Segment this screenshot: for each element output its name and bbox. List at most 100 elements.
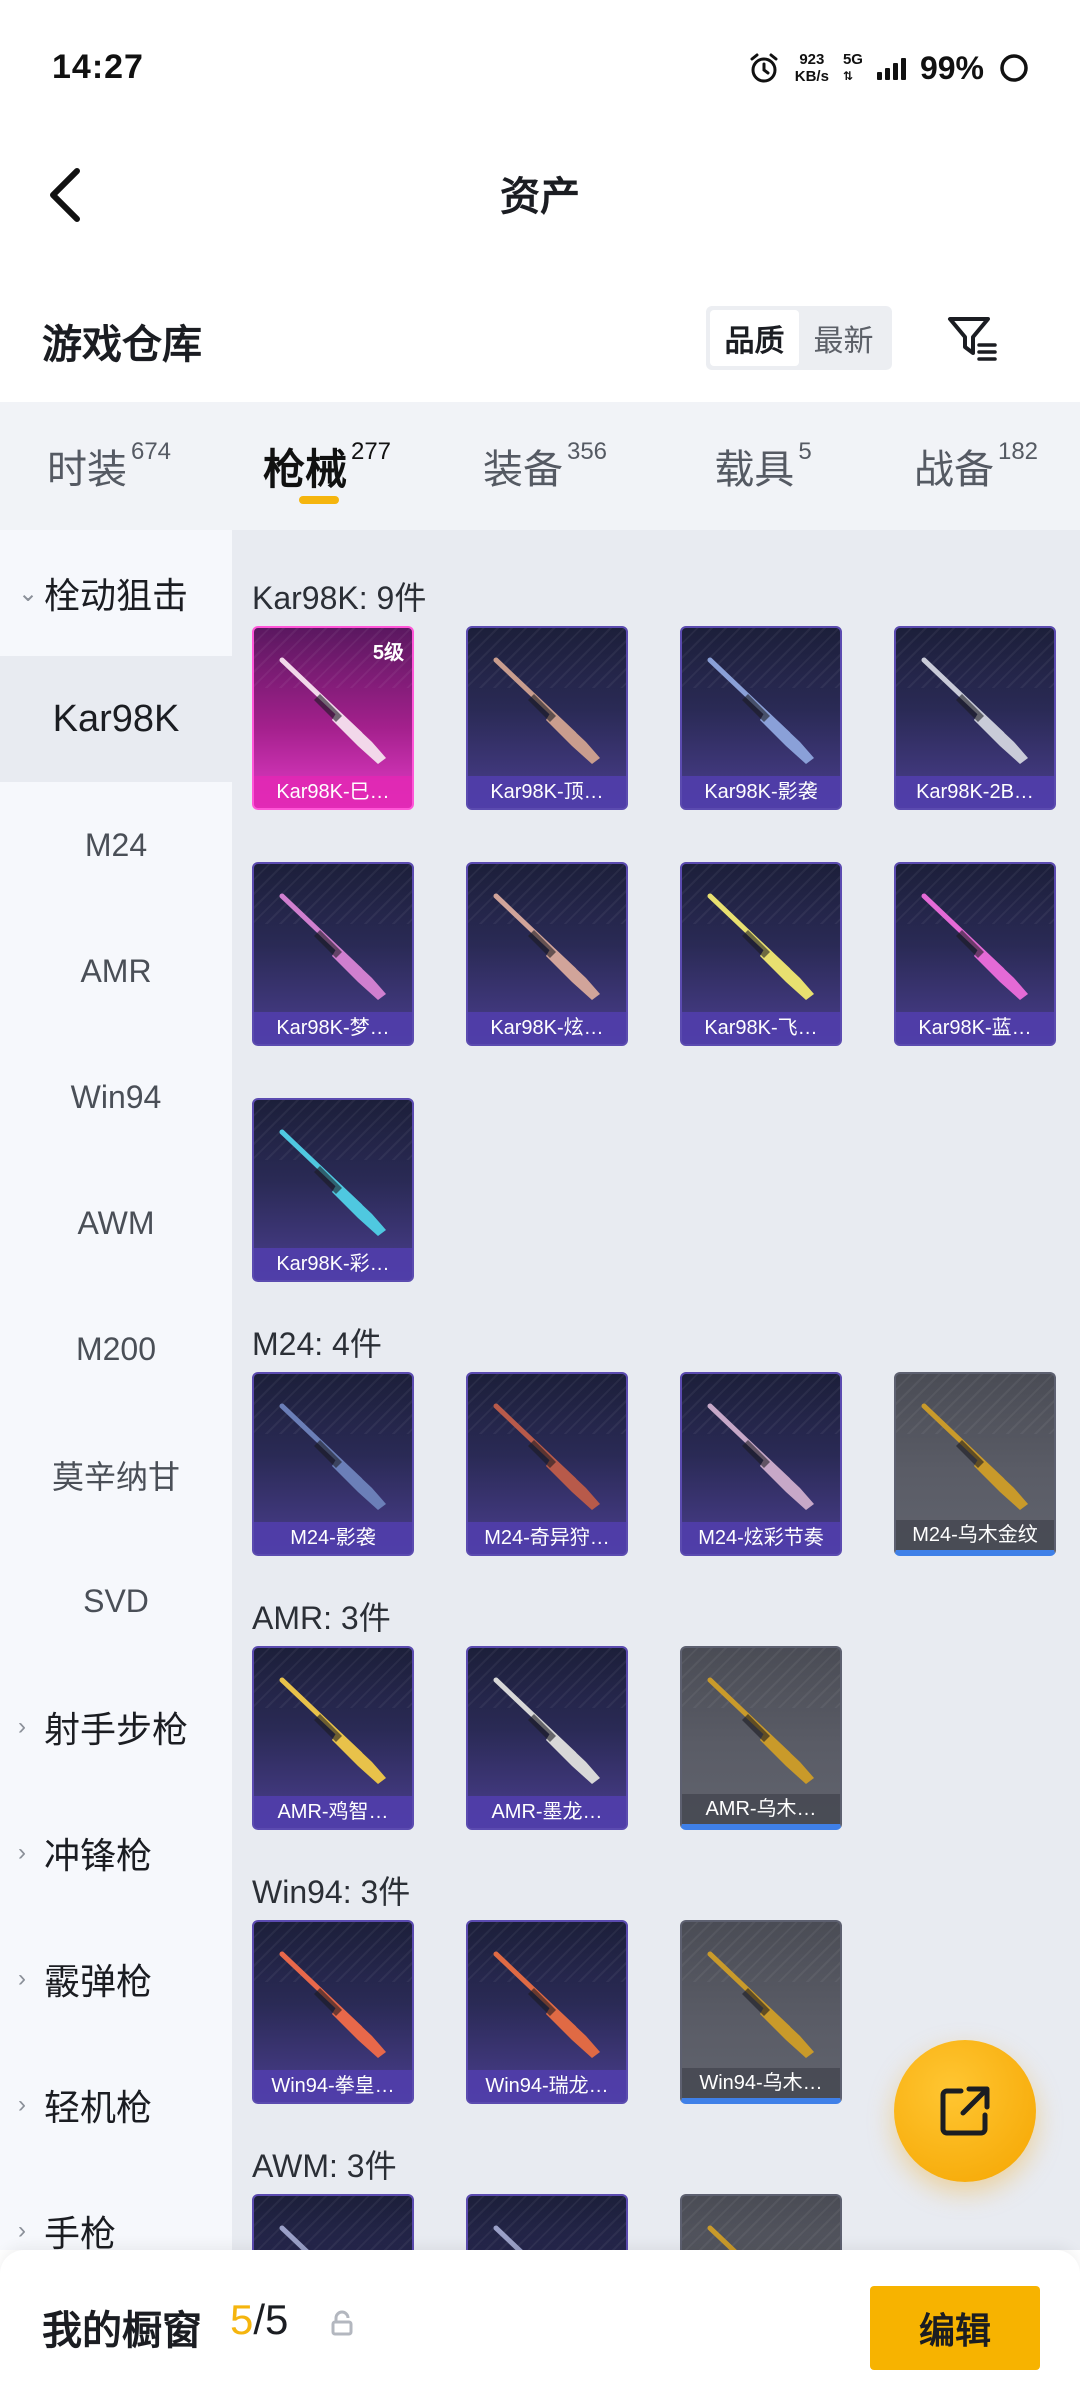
skin-name: Win94-乌木… [682, 2068, 840, 2098]
sidebar-group-label: 栓动狙击 [44, 575, 189, 616]
skin-card[interactable]: M24-炫彩节奏 [680, 1372, 842, 1556]
skin-grid: 5级 Kar98K-巳… Kar98K-顶… Kar98K-影袭 Kar98K-2B… K… [252, 626, 1080, 1282]
skin-card[interactable]: M24-奇异狩… [466, 1372, 628, 1556]
rifle-icon [493, 2225, 523, 2250]
tab-count: 182 [997, 438, 1039, 465]
skin-card[interactable] [680, 2194, 842, 2250]
network-speed-value: 923 [799, 51, 825, 68]
sidebar-item-svd[interactable]: SVD [0, 1538, 232, 1664]
tab-count: 674 [130, 438, 172, 465]
skin-grid: AMR-鸡智… AMR-墨龙… AMR-乌木… [252, 1646, 1080, 1830]
rifle-icon [493, 1677, 600, 1784]
status-bar: 14:27 923 KB/s 5G ⇅ 99% [0, 0, 1080, 140]
skin-name: AMR-墨龙… [468, 1796, 626, 1828]
data-arrows-icon: ⇅ [842, 69, 853, 83]
skin-name: Win94-瑞龙… [468, 2070, 626, 2102]
sidebar-item-m24[interactable]: M24 [0, 782, 232, 908]
sort-option-quality[interactable]: 品质 [710, 310, 799, 366]
showcase-count-current: 5 [230, 2296, 254, 2343]
skin-name: Kar98K-影袭 [682, 776, 840, 808]
sidebar-group-shotgun[interactable]: › 霰弹枪 [0, 1916, 232, 2042]
rifle-icon [279, 1129, 386, 1236]
tab-count: 356 [566, 438, 608, 465]
skin-name: M24-奇异狩… [468, 1522, 626, 1554]
skin-card[interactable]: 5级 Kar98K-巳… [252, 626, 414, 810]
alarm-icon [750, 53, 778, 83]
sidebar-group-bolt-action[interactable]: ⌄ 栓动狙击 [0, 530, 232, 656]
warehouse-header: 游戏仓库 品质 最新 [0, 290, 1080, 390]
tab-label: 装备 [482, 448, 563, 492]
rifle-icon [279, 1677, 386, 1784]
rifle-icon [493, 1951, 600, 2058]
skin-name: Kar98K-炫… [468, 1012, 626, 1044]
skin-card[interactable]: Win94-乌木… [680, 1920, 842, 2104]
sidebar-item-mosin[interactable]: 莫辛纳甘 [0, 1412, 232, 1538]
level-badge: 5级 [372, 642, 404, 664]
tab-supplies[interactable]: 战备 182 [872, 402, 1080, 530]
sidebar-item-amr[interactable]: AMR [0, 908, 232, 1034]
tab-vehicles[interactable]: 载具 5 [654, 402, 872, 530]
skin-card[interactable]: Kar98K-梦… [252, 862, 414, 1046]
page-title: 资产 [500, 175, 580, 219]
battery-ring-icon [1000, 54, 1028, 82]
sidebar-item-kar98k[interactable]: Kar98K [0, 656, 232, 782]
skin-card[interactable]: Kar98K-影袭 [680, 626, 842, 810]
skin-card[interactable]: AMR-乌木… [680, 1646, 842, 1830]
chevron-right-icon: › [18, 1965, 26, 1992]
edit-button[interactable]: 编辑 [870, 2286, 1040, 2370]
showcase-bar: 我的橱窗 5/5 编辑 [0, 2250, 1080, 2400]
skin-card[interactable]: AMR-鸡智… [252, 1646, 414, 1830]
battery-percent: 99% [919, 49, 984, 86]
skin-card[interactable]: Kar98K-2B… [894, 626, 1056, 810]
skin-grid: M24-影袭 M24-奇异狩… M24-炫彩节奏 M24-乌木金纹 [252, 1372, 1080, 1556]
rifle-icon [707, 657, 814, 764]
filter-button[interactable] [940, 306, 1004, 370]
skin-card[interactable]: Kar98K-顶… [466, 626, 628, 810]
tab-fashion[interactable]: 时装 674 [0, 402, 218, 530]
skin-card[interactable]: Win94-瑞龙… [466, 1920, 628, 2104]
skin-card[interactable]: Win94-拳皇… [252, 1920, 414, 2104]
skin-card[interactable]: M24-乌木金纹 [894, 1372, 1056, 1556]
tab-firearms[interactable]: 枪械 277 [218, 402, 436, 530]
skin-card[interactable] [252, 2194, 414, 2250]
rifle-icon [279, 1951, 386, 2058]
skin-card[interactable]: Kar98K-飞… [680, 862, 842, 1046]
sidebar-group-pistol[interactable]: › 手枪 [0, 2168, 232, 2250]
rifle-icon [493, 1403, 600, 1510]
sidebar-item-awm[interactable]: AWM [0, 1160, 232, 1286]
sort-option-latest[interactable]: 最新 [799, 310, 888, 366]
rifle-icon [493, 657, 600, 764]
sidebar-item-win94[interactable]: Win94 [0, 1034, 232, 1160]
skin-card[interactable] [466, 2194, 628, 2250]
skin-name: Kar98K-梦… [254, 1012, 412, 1044]
sidebar-group-smg[interactable]: › 冲锋枪 [0, 1790, 232, 1916]
skin-name: Win94-拳皇… [254, 2070, 412, 2102]
skin-card[interactable]: AMR-墨龙… [466, 1646, 628, 1830]
skin-grid [252, 2194, 1080, 2250]
share-icon [940, 2086, 990, 2136]
tab-label: 战备 [913, 448, 994, 492]
sort-toggle: 品质 最新 [706, 306, 892, 370]
lock-icon [331, 2310, 353, 2336]
rifle-icon [279, 2225, 309, 2250]
skin-name: Kar98K-彩… [254, 1248, 412, 1280]
section-title: Kar98K: 9件 [252, 580, 427, 616]
sidebar-group-lmg[interactable]: › 轻机枪 [0, 2042, 232, 2168]
tab-equipment[interactable]: 装备 356 [436, 402, 654, 530]
share-button[interactable] [894, 2040, 1036, 2182]
sidebar-item-m200[interactable]: M200 [0, 1286, 232, 1412]
skin-card[interactable]: M24-影袭 [252, 1372, 414, 1556]
rifle-icon [707, 893, 814, 1000]
skin-card[interactable]: Kar98K-蓝… [894, 862, 1056, 1046]
app-root: 14:27 923 KB/s 5G ⇅ 99% 资产 游戏仓库 品质 最新 时装… [0, 0, 1080, 2400]
tab-label: 时装 [46, 448, 127, 492]
sidebar-group-marksman[interactable]: › 射手步枪 [0, 1664, 232, 1790]
skin-name: Kar98K-2B… [896, 776, 1054, 808]
sidebar-group-label: 霰弹枪 [44, 1961, 153, 2002]
rifle-icon [921, 893, 1028, 1000]
skin-card[interactable]: Kar98K-彩… [252, 1098, 414, 1282]
chevron-right-icon: › [18, 2091, 26, 2118]
category-tabs: 时装 674 枪械 277 装备 356 载具 5 战备 182 [0, 402, 1080, 530]
skin-card[interactable]: Kar98K-炫… [466, 862, 628, 1046]
rifle-icon [921, 657, 1028, 764]
